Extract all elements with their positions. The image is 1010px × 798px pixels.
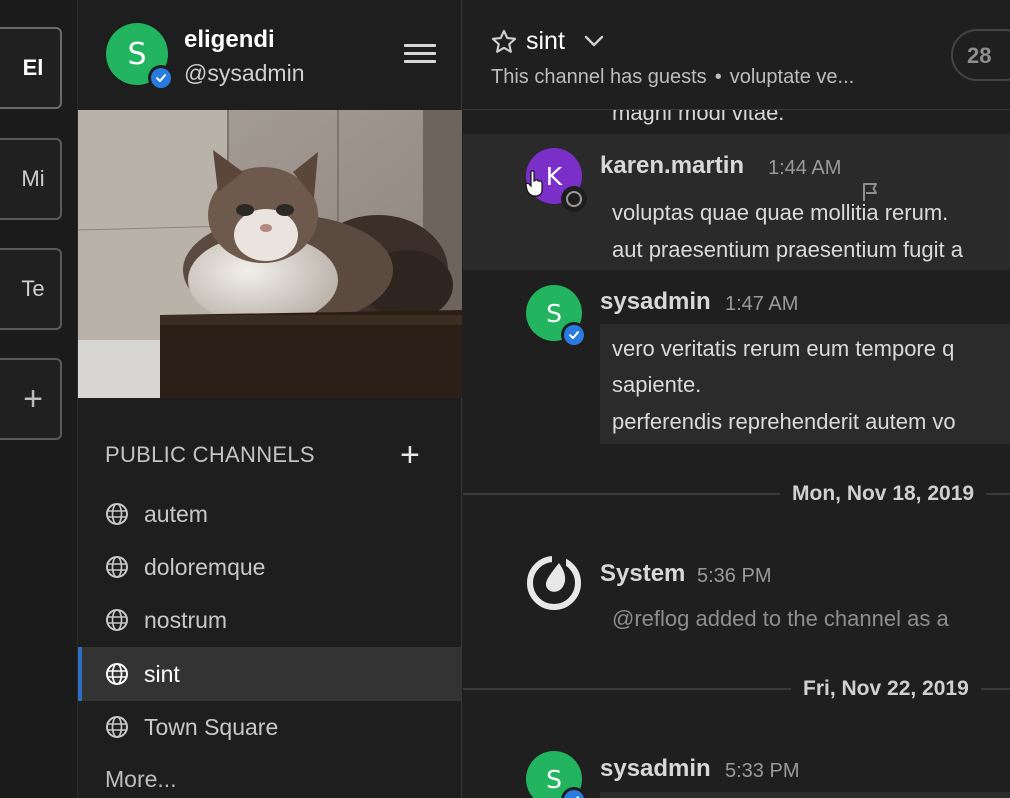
post-message-box xyxy=(600,792,1010,798)
date-separator: Fri, Nov 22, 2019 xyxy=(791,677,981,701)
channel-subtitle: This channel has guests • voluptate ve... xyxy=(491,66,854,89)
verified-badge-icon xyxy=(561,322,587,348)
guest-note: This channel has guests xyxy=(491,66,707,88)
section-title-public-channels: PUBLIC CHANNELS xyxy=(105,442,315,467)
globe-icon xyxy=(106,663,128,685)
channel-view: sint This channel has guests • voluptate v… xyxy=(463,0,1010,798)
post-text: perferendis reprehenderit autem vo xyxy=(612,409,956,434)
user-display-name[interactable]: eligendi xyxy=(184,26,275,54)
team-button-label: El xyxy=(22,55,44,80)
team-sidebar: El Mi Te + xyxy=(0,0,78,798)
globe-icon xyxy=(106,556,128,578)
avatar-letter: S xyxy=(127,36,147,72)
post-author[interactable]: karen.martin xyxy=(600,152,744,180)
mattermost-logo-icon xyxy=(527,555,581,610)
message-feed[interactable]: magni modi vitae. K karen.martin 1:44 AM… xyxy=(463,100,1010,798)
sidebar-item-label: doloremque xyxy=(144,553,266,580)
member-count: 28 xyxy=(967,43,992,68)
date-separator: Mon, Nov 18, 2019 xyxy=(780,482,987,506)
plus-icon: + xyxy=(23,379,43,418)
sidebar-item-nostrum[interactable]: nostrum xyxy=(78,593,462,647)
post-karen-martin[interactable]: K karen.martin 1:44 AM voluptas quae qua… xyxy=(463,134,1010,270)
add-team-button[interactable]: + xyxy=(0,358,62,440)
team-button-el[interactable]: El xyxy=(0,27,62,109)
add-channel-button[interactable]: + xyxy=(400,438,420,472)
channel-header: sint This channel has guests • voluptate v… xyxy=(463,0,1010,110)
channel-sidebar: S eligendi @sysadmin PUBLIC CHANNELS + a… xyxy=(78,0,462,798)
post-time[interactable]: 5:36 PM xyxy=(697,565,771,588)
post-author[interactable]: System xyxy=(600,560,685,588)
verified-badge-icon xyxy=(148,65,174,91)
avatar-letter: S xyxy=(546,764,562,794)
post-text: aut praesentium praesentium fugit a xyxy=(612,237,963,262)
team-button-mi[interactable]: Mi xyxy=(0,138,62,220)
star-icon[interactable] xyxy=(490,28,518,56)
globe-icon xyxy=(106,716,128,738)
sidebar-item-town-square[interactable]: Town Square xyxy=(78,700,462,754)
post-time[interactable]: 5:33 PM xyxy=(725,760,799,783)
channel-purpose: voluptate ve... xyxy=(729,66,855,88)
globe-icon xyxy=(106,503,128,525)
chevron-down-icon[interactable] xyxy=(583,33,605,49)
hand-cursor-icon xyxy=(525,170,543,197)
separator-dot: • xyxy=(714,66,722,88)
globe-icon xyxy=(106,609,128,631)
team-button-label: Mi xyxy=(21,166,45,191)
sidebar-item-label: sint xyxy=(144,660,180,687)
post-text: sapiente. xyxy=(612,372,702,397)
sidebar-item-label: nostrum xyxy=(144,606,228,633)
sidebar-item-label: autem xyxy=(144,500,208,527)
post-time[interactable]: 1:47 AM xyxy=(725,293,798,316)
post-text: voluptas quae quae mollitia rerum. xyxy=(612,200,949,225)
sidebar-item-label: Town Square xyxy=(144,713,279,740)
team-button-te[interactable]: Te xyxy=(0,248,62,330)
team-button-label: Te xyxy=(21,276,45,301)
post-author[interactable]: sysadmin xyxy=(600,755,711,783)
sidebar-item-sint[interactable]: sint xyxy=(78,647,462,701)
sidebar-item-autem[interactable]: autem xyxy=(78,487,462,541)
status-offline-icon xyxy=(561,186,587,212)
member-count-button[interactable]: 28 xyxy=(951,29,1010,81)
channel-name[interactable]: sint xyxy=(526,27,565,56)
more-channels-link[interactable]: More... xyxy=(105,766,177,793)
sidebar-item-doloremque[interactable]: doloremque xyxy=(78,540,462,594)
post-text: vero veritatis rerum eum tempore q xyxy=(612,336,955,361)
post-time[interactable]: 1:44 AM xyxy=(768,157,841,180)
sidebar-header: S eligendi @sysadmin xyxy=(78,0,462,110)
avatar-letter: S xyxy=(546,298,562,328)
hamburger-menu-icon[interactable] xyxy=(404,44,436,68)
post-author[interactable]: sysadmin xyxy=(600,288,711,316)
cat-photo xyxy=(78,110,462,398)
post-text: @reflog added to the channel as a xyxy=(612,606,949,631)
user-username: @sysadmin xyxy=(184,60,305,86)
avatar-letter: K xyxy=(545,161,563,191)
